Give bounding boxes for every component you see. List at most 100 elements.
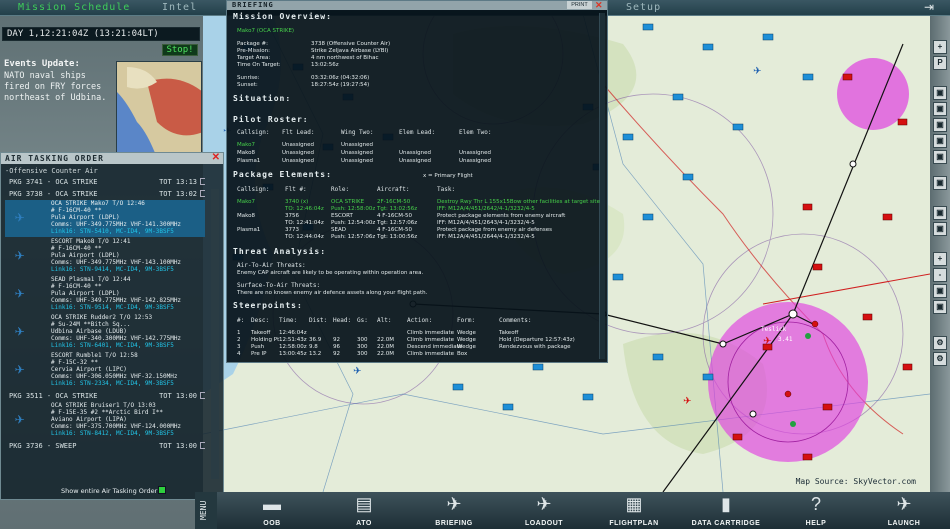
layer-icon[interactable]: ▣: [933, 284, 947, 298]
tank-icon: ▬: [263, 494, 281, 514]
ato-flight-item[interactable]: ✈ OCA STRIKE Rudder2 T/O 12:53 # Su-24M …: [5, 314, 205, 351]
ato-package-row[interactable]: PKG 3738 - OCA STRIKE TOT 13:02: [5, 188, 205, 200]
package-type: OCA STRIKE: [55, 190, 98, 198]
layer-icon[interactable]: ▣: [933, 102, 947, 116]
ato-scrollbar[interactable]: [211, 189, 219, 479]
bottom-button-oob[interactable]: ▬ OOB: [233, 492, 311, 529]
flight-line: SEAD Plasma1 T/O 12:44: [51, 276, 131, 283]
section-mission-overview: Mission Overview:: [233, 12, 332, 21]
package-checkbox[interactable]: [200, 392, 205, 399]
ato-package-row[interactable]: PKG 3511 - OCA STRIKE TOT 13:00: [5, 390, 205, 402]
layer-icon[interactable]: ▣: [933, 86, 947, 100]
steerpoint-cell: Wedge: [457, 344, 476, 350]
launch-icon: ✈: [896, 494, 912, 514]
steerpoint-cell: 12:46:04z: [279, 330, 307, 336]
flight-line: Comms: UHF-349.775MHz VHF-143.100MHz: [51, 259, 182, 266]
briefing-scrollbar[interactable]: [599, 13, 605, 359]
package-checkbox[interactable]: [200, 442, 205, 449]
steerpoint-cell: Climb immediate: [407, 351, 455, 357]
package-id: PKG 3738: [9, 190, 43, 198]
bottom-button-data-cartridge[interactable]: ▮ DATA CARTRIDGE: [687, 492, 765, 529]
roster-cell: Mako8: [237, 150, 255, 156]
bottom-button-label: BRIEFING: [435, 520, 473, 527]
surface-threats-text: There are no known enemy air defence ass…: [237, 290, 428, 296]
steerpoint-cell: Descend immediate: [407, 344, 463, 350]
print-button[interactable]: PRINT: [567, 1, 592, 9]
element-cell: 3756: [285, 213, 299, 219]
ato-group-label[interactable]: -Offensive Counter Air: [5, 167, 205, 176]
package-type: OCA STRIKE: [55, 392, 98, 400]
package-type: OCA STRIKE: [55, 178, 98, 186]
flight-line: Udbina Airbase (LDUB): [51, 328, 127, 335]
steerpoint-cell: Holding Pt: [251, 337, 280, 343]
steerpoint-cell: Climb immediate: [407, 337, 455, 343]
element-cell: IFF: M12A/4/451/2643/4-1/3232/4-5: [437, 220, 535, 226]
zoom-in-button[interactable]: +: [933, 40, 947, 54]
exit-icon[interactable]: ⇥: [924, 1, 940, 14]
menu-mission-schedule[interactable]: Mission Schedule: [18, 2, 130, 13]
close-icon[interactable]: ✕: [595, 0, 603, 11]
ato-package-row[interactable]: PKG 3741 - OCA STRIKE TOT 13:13: [5, 176, 205, 188]
bottom-button-label: LAUNCH: [887, 520, 921, 527]
steerpoint-cell: Takeoff: [251, 330, 271, 336]
layer-icon[interactable]: ▣: [933, 134, 947, 148]
menu-tab[interactable]: MENU: [195, 492, 217, 529]
aircraft-icon: ✈: [15, 245, 25, 264]
briefing-window[interactable]: BRIEFING PRINT ✕ Mission Overview: Mako7…: [226, 0, 608, 363]
settings-icon[interactable]: ⚙: [933, 336, 947, 350]
layer-icon[interactable]: ▣: [933, 118, 947, 132]
element-cell: TO: 12:46:04z: [285, 206, 324, 212]
show-entire-ato-checkbox[interactable]: [158, 486, 166, 494]
layer-icon[interactable]: ▣: [933, 300, 947, 314]
bottom-button-label: ATO: [356, 520, 372, 527]
layer-icon[interactable]: ▣: [933, 150, 947, 164]
ato-flight-item[interactable]: ✈ SEAD Plasma1 T/O 12:44 # F-16CM-40 ** …: [5, 276, 205, 313]
element-cell: Tgt: 12:57:06z: [377, 220, 418, 226]
flight-line: OCA STRIKE Mako7 T/O 12:46: [51, 200, 145, 207]
layer-icon[interactable]: ▣: [933, 206, 947, 220]
overview-value: 13:02:56z: [311, 62, 339, 68]
svg-text:✈: ✈: [763, 336, 771, 347]
overview-label: Package #:: [237, 41, 269, 47]
menu-setup[interactable]: Setup: [626, 2, 661, 13]
element-header: Aircraft:: [377, 186, 410, 193]
surface-threats-title: Surface-To-Air Threats:: [237, 282, 321, 289]
ato-flight-item[interactable]: ✈ OCA STRIKE Mako7 T/O 12:46 # F-16CM-40…: [5, 200, 205, 237]
bottom-button-help[interactable]: ? HELP: [777, 492, 855, 529]
element-header: Task:: [437, 186, 456, 193]
menu-intel[interactable]: Intel: [162, 2, 197, 13]
roster-cell: Unassigned: [341, 150, 373, 156]
stop-button[interactable]: Stop!: [162, 44, 198, 56]
bottom-button-ato[interactable]: ▤ ATO: [325, 492, 403, 529]
zoom-in-button[interactable]: +: [933, 252, 947, 266]
bottom-button-launch[interactable]: ✈ LAUNCH: [865, 492, 943, 529]
package-checkbox[interactable]: [200, 178, 205, 185]
package-id: PKG 3741: [9, 178, 43, 186]
air-tasking-order-window[interactable]: AIR TASKING ORDER ✕ -Offensive Counter A…: [0, 152, 224, 500]
layer-icon[interactable]: ▣: [933, 222, 947, 236]
pan-button[interactable]: P: [933, 56, 947, 70]
events-thumbnail-map[interactable]: [116, 61, 202, 157]
settings-icon[interactable]: ⚙: [933, 352, 947, 366]
layer-icon[interactable]: ▣: [933, 176, 947, 190]
bottom-button-flightplan[interactable]: ▦ FLIGHTPLAN: [595, 492, 673, 529]
ato-package-row[interactable]: PKG 3736 - SWEEP TOT 13:00: [5, 440, 205, 452]
map-label-value: 3.41: [778, 336, 793, 343]
bottom-button-briefing[interactable]: ✈ BRIEFING: [415, 492, 493, 529]
steerpoint-cell: 300: [357, 337, 368, 343]
zoom-out-button[interactable]: -: [933, 268, 947, 282]
ato-flight-item[interactable]: ✈ ESCORT Mako8 T/O 12:41 # F-16CM-40 ** …: [5, 238, 205, 275]
steerpoint-cell: 300: [357, 351, 368, 357]
package-tot: TOT 13:00: [159, 392, 197, 400]
ato-flight-item[interactable]: ✈ OCA STRIKE Bruiser1 T/O 13:03 # F-15E-…: [5, 402, 205, 439]
bottom-toolbar: MENU ▬ OOB ▤ ATO ✈ BRIEFING ✈ LOADOUT ▦ FLIGHTPLA…: [195, 492, 950, 529]
ato-flight-item[interactable]: ✈ ESCORT Rumble1 T/O 12:58 # F-15C-32 **…: [5, 352, 205, 389]
steerpoint-cell: 22.0M: [377, 344, 394, 350]
package-checkbox[interactable]: [200, 190, 205, 197]
steerpoint-header: Comments:: [499, 317, 532, 324]
close-icon[interactable]: ✕: [212, 153, 220, 163]
element-header: Callsign:: [237, 186, 270, 193]
bottom-button-loadout[interactable]: ✈ LOADOUT: [505, 492, 583, 529]
ato-list[interactable]: -Offensive Counter Air PKG 3741 - OCA ST…: [5, 167, 205, 479]
element-cell: Destroy Rwy Thr L 155x15Bow other facili…: [437, 199, 600, 205]
